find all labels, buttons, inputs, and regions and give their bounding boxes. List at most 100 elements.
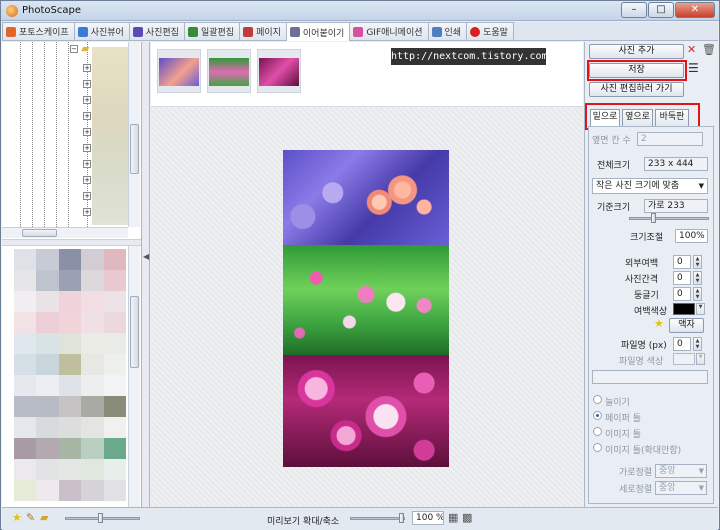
maximize-button[interactable]: □ xyxy=(648,2,674,18)
radio-paper-frame[interactable] xyxy=(593,411,602,420)
tab-gif[interactable]: GIF애니메이션 xyxy=(349,22,429,40)
minimize-button[interactable]: – xyxy=(621,2,647,18)
horizontal-align-select: 중앙 ▼ xyxy=(655,464,707,478)
tree-vertical-scrollbar[interactable] xyxy=(128,42,140,227)
vertical-align-select: 중앙 ▼ xyxy=(655,481,707,495)
folder-tree[interactable]: − ▰ + + + + + + + + + + xyxy=(2,42,128,227)
thumb-cell xyxy=(58,291,82,312)
photo-thumbnail xyxy=(209,58,249,86)
tree-horizontal-scrollbar[interactable] xyxy=(2,227,128,238)
scrollbar-thumb[interactable] xyxy=(130,296,139,368)
gap-spinner[interactable]: ▲ ▼ xyxy=(693,271,702,285)
tab-page[interactable]: 페이지 xyxy=(239,22,287,40)
scrollbar-thumb[interactable] xyxy=(130,124,139,174)
thumb-cell xyxy=(81,396,104,417)
app-icon xyxy=(6,5,18,17)
radio-image-frame[interactable] xyxy=(593,427,602,436)
margin-color-dropdown[interactable]: ▼ xyxy=(696,303,705,315)
fit-size-dropdown[interactable]: 작은 사진 크기에 맞춤 ▼ xyxy=(592,178,708,194)
tree-expand-node[interactable]: + xyxy=(83,128,91,136)
selected-photo-thumb[interactable] xyxy=(207,49,251,93)
tree-expand-node[interactable]: + xyxy=(83,64,91,72)
base-size-label: 기준크기 xyxy=(597,203,631,213)
thumb-cell xyxy=(58,438,82,459)
zoom-value-field[interactable]: 100 % xyxy=(412,511,444,525)
checker-view-icon[interactable]: ▩ xyxy=(462,512,472,524)
thumb-cell xyxy=(14,459,37,480)
combined-photo-cosmos-field xyxy=(283,245,449,355)
round-input[interactable]: 0 xyxy=(673,287,691,301)
thumb-cell xyxy=(36,270,59,291)
vertical-align-label: 세로정렬 xyxy=(619,485,653,495)
margin-color-swatch[interactable] xyxy=(673,303,695,315)
highlight-save xyxy=(587,60,687,81)
preview-zoom-slider-track[interactable] xyxy=(350,517,405,520)
radio-stretch[interactable] xyxy=(593,395,602,404)
tab-editor[interactable]: 사진편집 xyxy=(128,22,185,40)
grid-view-icon[interactable]: ▦ xyxy=(448,512,458,524)
resize-label: 크기조절 xyxy=(630,233,664,243)
base-size-slider-track[interactable] xyxy=(629,217,709,220)
tab-help[interactable]: 도움말 xyxy=(466,22,514,40)
tree-expand-node[interactable]: + xyxy=(83,80,91,88)
tree-expand-node[interactable]: + xyxy=(83,176,91,184)
tab-batch[interactable]: 일괄편집 xyxy=(183,22,241,40)
tree-expand-node[interactable]: + xyxy=(83,144,91,152)
add-photo-button[interactable]: 사진 추가 xyxy=(589,44,684,59)
selected-photo-thumb[interactable] xyxy=(257,49,301,93)
outer-margin-input[interactable]: 0 xyxy=(673,255,691,269)
tree-expand-node[interactable]: + xyxy=(83,192,91,200)
file-list-divider xyxy=(2,239,141,246)
thumb-cell xyxy=(14,249,37,270)
app-window: PhotoScape – □ ✕ 포토스케이프 사진뷰어 사진편집 일괄편집 페… xyxy=(0,0,720,530)
tree-expand-node[interactable]: + xyxy=(83,208,91,216)
go-to-editor-button[interactable]: 사진 편집하러 가기 xyxy=(589,82,684,97)
column-count-select[interactable]: 2 xyxy=(637,132,703,146)
tab-photoscape[interactable]: 포토스케이프 xyxy=(2,22,75,40)
photoscape-tab-icon xyxy=(6,26,16,37)
tab-label: 일괄편집 xyxy=(200,28,235,38)
thumb-cell xyxy=(14,396,37,417)
filename-size-input[interactable]: 0 xyxy=(673,337,691,351)
outer-margin-spinner[interactable]: ▲ ▼ xyxy=(693,255,702,269)
tree-collapse-node[interactable]: − xyxy=(70,45,78,53)
thumb-cell xyxy=(36,333,59,354)
tab-print[interactable]: 인쇄 xyxy=(427,22,468,40)
filename-color-swatch xyxy=(673,353,695,365)
frame-button[interactable]: 액자 xyxy=(669,318,704,333)
tab-viewer[interactable]: 사진뷰어 xyxy=(73,22,130,40)
base-size-slider-handle[interactable] xyxy=(651,213,656,223)
combine-settings-panel: 사진 추가 ✕ 🗑 저장 ☰ 사진 편집하러 가기 밑으로 옆으로 바둑판 옆면… xyxy=(584,42,719,507)
selected-photo-thumb[interactable] xyxy=(157,49,201,93)
round-spinner[interactable]: ▲ ▼ xyxy=(693,287,702,301)
thumb-cell xyxy=(14,375,37,396)
combine-preview-canvas[interactable] xyxy=(151,108,583,507)
thumb-cell xyxy=(58,396,82,417)
favorites-icon[interactable]: ✎ xyxy=(26,512,35,524)
star-icon[interactable]: ★ xyxy=(12,512,22,524)
gif-tab-icon xyxy=(353,26,364,37)
thumb-cell xyxy=(81,354,104,375)
tab-combine[interactable]: 이어붙이기 xyxy=(285,22,351,41)
trash-icon[interactable]: 🗑 xyxy=(702,44,716,56)
file-list-vertical-scrollbar[interactable] xyxy=(128,246,140,507)
tree-expand-node[interactable]: + xyxy=(83,112,91,120)
radio-image-frame-noscale[interactable] xyxy=(593,443,602,452)
tree-expand-node[interactable]: + xyxy=(83,96,91,104)
delete-x-icon[interactable]: ✕ xyxy=(687,44,696,56)
file-thumbnail-grid-blurred[interactable] xyxy=(14,249,126,505)
gap-input[interactable]: 0 xyxy=(673,271,691,285)
tree-expand-node[interactable]: + xyxy=(83,160,91,168)
horizontal-align-value: 중앙 xyxy=(659,466,676,476)
preview-zoom-slider-handle[interactable] xyxy=(399,513,404,523)
filename-size-spinner[interactable]: ▲ ▼ xyxy=(693,337,702,351)
thumbnail-size-slider-handle[interactable] xyxy=(98,513,103,523)
menu-icon[interactable]: ☰ xyxy=(688,62,699,74)
resize-value[interactable]: 100% xyxy=(675,229,708,243)
folder-icon[interactable]: ▰ xyxy=(40,512,48,524)
tab-label: 도움말 xyxy=(483,28,508,38)
panel-splitter[interactable]: ◀ xyxy=(142,42,150,507)
splitter-arrow-icon[interactable]: ◀ xyxy=(143,252,149,261)
scrollbar-thumb[interactable] xyxy=(22,229,57,237)
close-button[interactable]: ✕ xyxy=(675,2,715,18)
